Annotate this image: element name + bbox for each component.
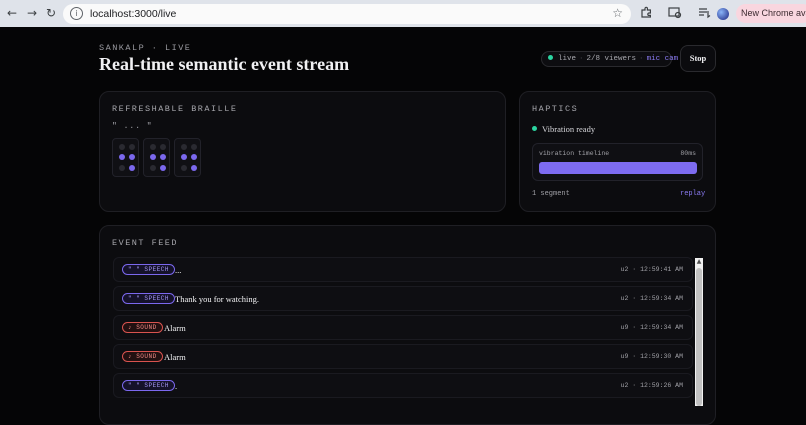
event-text: .	[175, 381, 178, 391]
braille-dot	[181, 144, 187, 150]
speech-tag: " " SPEECH	[122, 264, 176, 275]
braille-dot	[119, 165, 125, 171]
braille-dot	[160, 144, 166, 150]
profile-avatar-icon[interactable]	[717, 8, 729, 20]
event-text: Alarm	[164, 352, 186, 362]
sound-tag: ♪ SOUND	[122, 351, 163, 362]
braille-dot-raised	[191, 165, 197, 171]
bookmark-star-icon[interactable]: ☆	[612, 6, 623, 20]
ready-dot-icon	[532, 126, 537, 131]
vibration-status-text: Vibration ready	[542, 124, 596, 134]
sound-tag: ♪ SOUND	[122, 322, 163, 333]
braille-dot	[119, 144, 125, 150]
site-info-icon[interactable]: i	[70, 7, 83, 20]
braille-dot	[150, 165, 156, 171]
event-row[interactable]: " " SPEECH. u2 · 12:59:26 AM	[113, 373, 693, 398]
speech-tag: " " SPEECH	[122, 293, 176, 304]
braille-dot-raised	[160, 165, 166, 171]
braille-dot-raised	[181, 154, 187, 160]
event-meta: u2 · 12:59:26 AM	[620, 382, 683, 389]
timeline-duration: 80ms	[680, 150, 696, 157]
url-text[interactable]: localhost:3000/live	[90, 7, 176, 21]
braille-dot-raised	[160, 154, 166, 160]
vibration-segment-bar	[539, 162, 697, 174]
reload-icon[interactable]: ↻	[46, 6, 56, 21]
braille-dot	[150, 144, 156, 150]
event-row[interactable]: ♪ SOUND Alarm u9 · 12:59:30 AM	[113, 344, 693, 369]
braille-dot	[129, 144, 135, 150]
event-meta: u9 · 12:59:34 AM	[620, 324, 683, 331]
braille-card-title: REFRESHABLE BRAILLE	[112, 104, 238, 114]
live-status-pill: live · 2/8 viewers · mic cam	[541, 51, 678, 67]
braille-dot-raised	[191, 154, 197, 160]
back-icon[interactable]: ←	[7, 6, 17, 21]
feed-scrollbar-thumb[interactable]	[696, 268, 702, 406]
live-label: live	[558, 55, 577, 63]
speech-tag: " " SPEECH	[122, 380, 176, 391]
stop-button[interactable]: Stop	[680, 45, 716, 72]
timeline-track	[539, 162, 697, 174]
scroll-up-arrow-icon[interactable]: ▲	[695, 258, 703, 266]
braille-dot-raised	[150, 154, 156, 160]
browser-toolbar: ← → ↻ i localhost:3000/live ☆ New Chrome…	[0, 0, 806, 27]
braille-dot	[191, 144, 197, 150]
media-icon[interactable]	[667, 6, 682, 21]
page-title: Real-time semantic event stream	[99, 54, 350, 74]
event-text: ...	[175, 265, 182, 275]
event-meta: u2 · 12:59:34 AM	[620, 295, 683, 302]
separator: ·	[639, 55, 644, 63]
mic-cam-label: mic cam	[646, 55, 679, 63]
event-feed-list[interactable]: " " SPEECH... u2 · 12:59:41 AM " " SPEECH T…	[113, 257, 693, 407]
braille-cell	[112, 138, 139, 177]
braille-dot-raised	[129, 165, 135, 171]
braille-text: " ... "	[112, 122, 153, 131]
reading-list-icon[interactable]	[697, 6, 712, 21]
viewers-count: 2/8 viewers	[586, 55, 637, 63]
haptics-card-title: HAPTICS	[532, 104, 579, 114]
segment-count: 1 segment	[532, 190, 570, 198]
event-row[interactable]: " " SPEECH... u2 · 12:59:41 AM	[113, 257, 693, 282]
extensions-icon[interactable]	[639, 6, 654, 21]
event-meta: u2 · 12:59:41 AM	[620, 266, 683, 273]
braille-cell	[143, 138, 170, 177]
event-row[interactable]: ♪ SOUND Alarm u9 · 12:59:34 AM	[113, 315, 693, 340]
event-feed-title: EVENT FEED	[112, 238, 179, 248]
braille-dot-raised	[119, 154, 125, 160]
app-eyebrow: SANKALP · LIVE	[99, 43, 192, 53]
vibration-status: Vibration ready	[532, 124, 595, 134]
forward-icon[interactable]: →	[27, 6, 37, 21]
braille-dot-raised	[129, 154, 135, 160]
braille-cell	[174, 138, 201, 177]
replay-link[interactable]: replay	[680, 190, 705, 198]
event-text: Alarm	[164, 323, 186, 333]
address-bar[interactable]: i localhost:3000/live ☆	[63, 4, 631, 24]
event-text: Thank you for watching.	[175, 294, 260, 304]
timeline-label: vibration timeline	[539, 150, 610, 157]
event-row[interactable]: " " SPEECH Thank you for watching. u2 · 12…	[113, 286, 693, 311]
braille-dot	[181, 165, 187, 171]
live-dot-icon	[548, 55, 553, 60]
new-chrome-available-button[interactable]: New Chrome available	[736, 4, 806, 23]
event-meta: u9 · 12:59:30 AM	[620, 353, 683, 360]
separator: ·	[579, 55, 584, 63]
vibration-timeline: vibration timeline 80ms	[532, 143, 703, 181]
